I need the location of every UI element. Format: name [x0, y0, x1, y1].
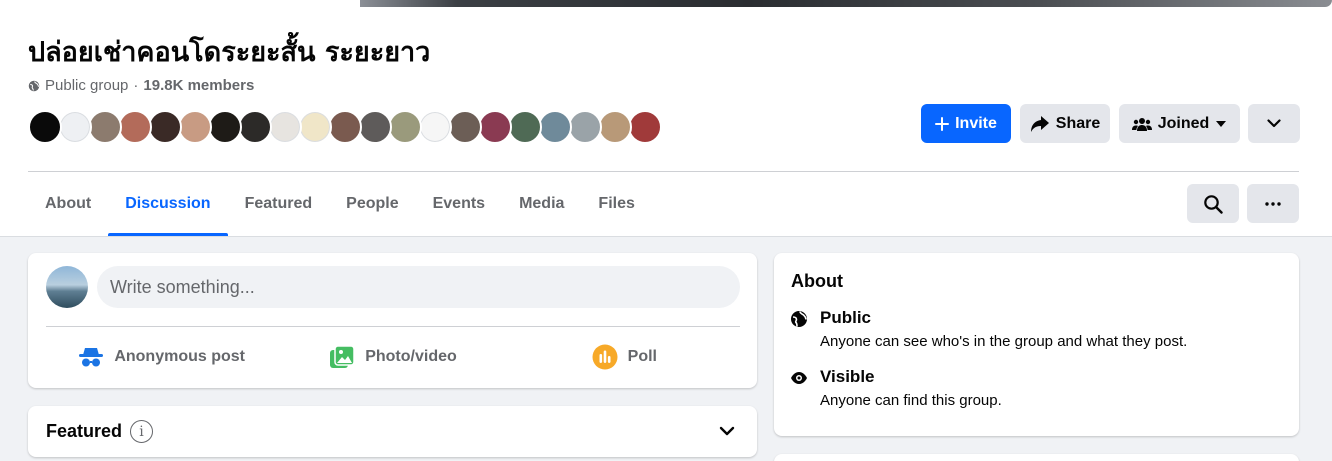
- member-avatar[interactable]: [28, 110, 62, 144]
- share-icon: [1030, 115, 1049, 132]
- member-avatar[interactable]: [418, 110, 452, 144]
- member-avatar[interactable]: [628, 110, 662, 144]
- chevron-down-icon: [1267, 119, 1281, 128]
- member-avatar[interactable]: [118, 110, 152, 144]
- eye-icon: [791, 372, 807, 384]
- member-avatar[interactable]: [358, 110, 392, 144]
- photo-video-button[interactable]: Photo/video: [277, 337, 508, 377]
- member-avatar[interactable]: [538, 110, 572, 144]
- about-visible-title: Visible: [820, 367, 875, 386]
- cover-image[interactable]: [360, 0, 1332, 7]
- anonymous-post-button[interactable]: Anonymous post: [46, 337, 277, 377]
- tab-featured[interactable]: Featured: [228, 172, 330, 236]
- tab-media[interactable]: Media: [502, 172, 581, 236]
- search-button[interactable]: [1187, 184, 1239, 223]
- more-actions-button[interactable]: [1248, 104, 1300, 143]
- member-avatar[interactable]: [598, 110, 632, 144]
- group-actions: Invite Share Joined: [921, 104, 1300, 143]
- featured-title: Featured: [46, 421, 123, 441]
- tab-about[interactable]: About: [28, 172, 108, 236]
- post-composer: Write something... Anonymous post Photo/…: [28, 253, 757, 388]
- member-avatar[interactable]: [238, 110, 272, 144]
- featured-section: Featured i: [28, 406, 757, 457]
- poll-button[interactable]: Poll: [509, 337, 740, 377]
- info-icon[interactable]: i: [130, 420, 153, 443]
- tab-discussion[interactable]: Discussion: [108, 172, 228, 236]
- cover-photo[interactable]: [0, 0, 1332, 7]
- member-avatar[interactable]: [508, 110, 542, 144]
- photo-video-label: Photo/video: [365, 348, 457, 365]
- photo-icon: [330, 345, 355, 368]
- member-avatar[interactable]: [208, 110, 242, 144]
- member-avatar[interactable]: [88, 110, 122, 144]
- poll-icon: [592, 344, 618, 370]
- group-tabs: About Discussion Featured People Events Media…: [28, 172, 652, 236]
- caret-down-icon: [1216, 120, 1227, 127]
- member-count[interactable]: 19.8K members: [143, 77, 254, 94]
- globe-icon: [791, 311, 807, 327]
- about-heading: About: [791, 271, 843, 291]
- tab-tools: [1187, 184, 1299, 223]
- chevron-down-icon[interactable]: [718, 422, 736, 440]
- meta-separator: ·: [133, 77, 139, 94]
- share-label: Share: [1055, 114, 1101, 132]
- about-public-desc: Anyone can see who's in the group and wh…: [820, 333, 1188, 350]
- group-title[interactable]: ปล่อยเช่าคอนโดระยะสั้น ระยะยาว: [28, 30, 430, 73]
- invite-label: Invite: [955, 114, 997, 132]
- about-visible-row: Visible Anyone can find this group.: [790, 367, 1002, 409]
- group-header: ปล่อยเช่าคอนโดระยะสั้น ระยะยาว Public gr…: [0, 0, 1332, 237]
- user-avatar[interactable]: [46, 266, 88, 308]
- share-button[interactable]: Share: [1020, 104, 1110, 143]
- member-avatars[interactable]: [28, 110, 662, 144]
- tab-people[interactable]: People: [329, 172, 415, 236]
- poll-label: Poll: [627, 348, 657, 365]
- member-avatar[interactable]: [328, 110, 362, 144]
- member-avatar[interactable]: [268, 110, 302, 144]
- search-icon: [1204, 194, 1223, 214]
- anonymous-post-label: Anonymous post: [114, 348, 245, 365]
- plus-icon: [935, 116, 950, 131]
- about-public-title: Public: [820, 308, 872, 327]
- joined-button[interactable]: Joined: [1119, 104, 1240, 143]
- joined-label: Joined: [1157, 114, 1210, 132]
- member-avatar[interactable]: [568, 110, 602, 144]
- about-public-row: Public Anyone can see who's in the group…: [790, 308, 1187, 350]
- composer-options: Anonymous post Photo/video Poll: [46, 337, 740, 377]
- group-members-icon: [1131, 117, 1152, 131]
- member-avatar[interactable]: [448, 110, 482, 144]
- member-avatar[interactable]: [148, 110, 182, 144]
- invite-button[interactable]: Invite: [921, 104, 1011, 143]
- member-avatar[interactable]: [478, 110, 512, 144]
- tab-files[interactable]: Files: [581, 172, 651, 236]
- tab-events[interactable]: Events: [416, 172, 502, 236]
- member-avatar[interactable]: [178, 110, 212, 144]
- globe-icon: [28, 80, 40, 91]
- member-avatar[interactable]: [58, 110, 92, 144]
- anonymous-icon: [79, 348, 104, 367]
- composer-divider: [46, 326, 740, 327]
- next-sidebar-card: [774, 454, 1299, 461]
- write-something-input[interactable]: Write something...: [97, 266, 740, 308]
- member-avatar[interactable]: [388, 110, 422, 144]
- group-meta: Public group · 19.8K members: [28, 77, 254, 94]
- ellipsis-icon: [1265, 201, 1281, 206]
- group-privacy[interactable]: Public group: [45, 77, 128, 94]
- more-options-button[interactable]: [1247, 184, 1299, 223]
- about-card: About Public Anyone can see who's in the…: [774, 253, 1299, 436]
- member-avatar[interactable]: [298, 110, 332, 144]
- about-visible-desc: Anyone can find this group.: [820, 392, 1002, 409]
